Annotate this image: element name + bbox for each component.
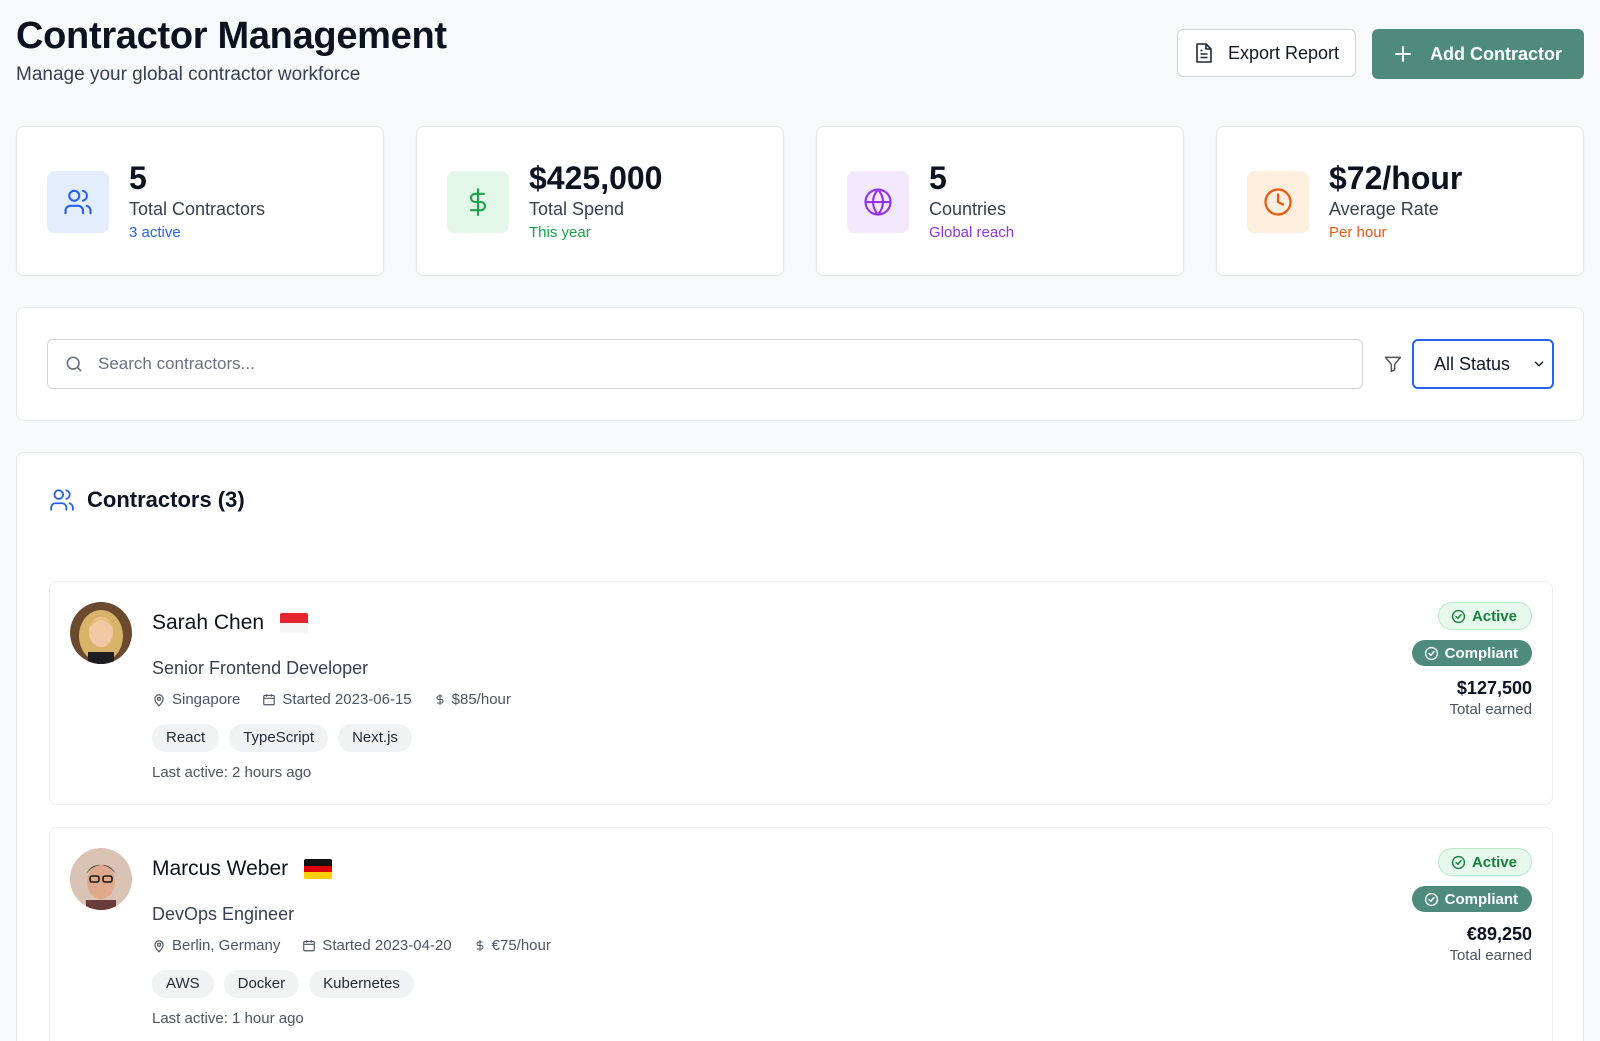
contractor-name: Marcus Weber: [152, 857, 289, 880]
calendar-icon: [262, 692, 276, 707]
contractor-rate: €75/hour: [491, 937, 551, 954]
contractor-role: DevOps Engineer: [152, 904, 295, 924]
contractor-location: Singapore: [172, 691, 241, 708]
stat-sub: Global reach: [929, 224, 1015, 241]
stat-sub: 3 active: [129, 224, 181, 241]
calendar-icon: [302, 938, 316, 953]
contractors-title-text: Contractors (3): [87, 487, 245, 512]
contractor-card[interactable]: Sarah Chen Senior Frontend Developer Sin…: [49, 581, 1553, 805]
check-circle-icon: [1451, 609, 1466, 624]
compliance-badge-label: Compliant: [1444, 890, 1518, 908]
skill-tag: AWS: [152, 970, 214, 998]
contractor-location: Berlin, Germany: [172, 937, 281, 954]
compliance-badge: Compliant: [1411, 886, 1532, 912]
export-report-label: Export Report: [1227, 42, 1339, 63]
clock-icon: [1247, 171, 1309, 233]
skill-tag: React: [152, 724, 220, 752]
total-earned-label: Total earned: [1449, 701, 1532, 718]
skill-tag: Next.js: [338, 724, 412, 752]
check-circle-icon: [1424, 892, 1439, 907]
germany-flag: [304, 859, 333, 879]
contractor-card[interactable]: Marcus Weber DevOps Engineer Berlin, Ger…: [49, 827, 1553, 1041]
stat-sub: Per hour: [1329, 224, 1387, 241]
compliance-badge: Compliant: [1411, 640, 1532, 666]
globe-icon: [847, 171, 909, 233]
contractor-start-date: Started 2023-04-20: [322, 937, 452, 954]
page-header: Contractor Management Manage your global…: [16, 14, 1584, 94]
stat-sub: This year: [529, 224, 591, 241]
contractor-name: Sarah Chen: [152, 611, 265, 634]
status-select-value: All Status: [1434, 353, 1511, 374]
contractors-title: Contractors (3): [49, 487, 245, 513]
contractor-details: Sarah Chen Senior Frontend Developer Sin…: [152, 604, 511, 781]
skill-tag: TypeScript: [229, 724, 329, 752]
stat-label: Total Spend: [529, 199, 625, 219]
dollar-icon: [447, 171, 509, 233]
status-badge: Active: [1437, 602, 1532, 630]
stat-label: Average Rate: [1329, 199, 1439, 219]
compliance-badge-label: Compliant: [1444, 644, 1518, 662]
total-earned-amount: $127,500: [1456, 678, 1532, 698]
location-pin-icon: [152, 938, 166, 954]
status-select[interactable]: All Status: [1412, 339, 1554, 389]
contractor-start-date: Started 2023-06-15: [282, 691, 412, 708]
stat-value: 5: [129, 160, 147, 196]
contractor-summary: Active Compliant $127,500 Total earned: [1411, 602, 1532, 718]
chevron-down-icon: [1532, 357, 1546, 371]
users-icon: [47, 171, 109, 233]
contractor-details: Marcus Weber DevOps Engineer Berlin, Ger…: [152, 850, 551, 1027]
stat-value: $425,000: [529, 160, 663, 196]
singapore-flag: [280, 613, 309, 633]
document-icon: [1194, 42, 1214, 64]
search-input[interactable]: [98, 354, 1362, 374]
export-report-button[interactable]: Export Report: [1176, 29, 1356, 77]
dollar-icon: [434, 692, 446, 707]
total-earned-amount: €89,250: [1466, 924, 1532, 944]
dollar-icon: [474, 938, 486, 953]
stat-label: Countries: [929, 199, 1007, 219]
contractor-meta: Berlin, Germany Started 2023-04-20 €75/h…: [152, 937, 551, 954]
stat-value: 5: [929, 160, 947, 196]
contractor-meta: Singapore Started 2023-06-15 $85/hour: [152, 691, 511, 708]
add-contractor-button[interactable]: Add Contractor: [1372, 29, 1584, 79]
location-pin-icon: [152, 692, 166, 708]
search-box[interactable]: [47, 339, 1363, 389]
check-circle-icon: [1424, 646, 1439, 661]
add-contractor-label: Add Contractor: [1430, 43, 1562, 64]
stat-card-average-rate: $72/hour Average Rate Per hour: [1216, 126, 1584, 276]
plus-icon: [1394, 45, 1412, 63]
skill-tags: AWS Docker Kubernetes: [152, 970, 551, 998]
stat-card-total-spend: $425,000 Total Spend This year: [416, 126, 784, 276]
total-earned-label: Total earned: [1449, 947, 1532, 964]
check-circle-icon: [1451, 855, 1466, 870]
status-badge-label: Active: [1471, 853, 1517, 871]
skill-tag: Kubernetes: [309, 970, 414, 998]
filter-icon[interactable]: [1383, 354, 1403, 374]
skill-tags: React TypeScript Next.js: [152, 724, 511, 752]
contractor-rate: $85/hour: [451, 691, 511, 708]
avatar: [70, 848, 132, 910]
stat-card-countries: 5 Countries Global reach: [816, 126, 1184, 276]
users-icon: [49, 487, 75, 513]
stat-value: $72/hour: [1329, 160, 1463, 196]
status-badge: Active: [1437, 848, 1532, 876]
stat-card-total-contractors: 5 Total Contractors 3 active: [16, 126, 384, 276]
status-badge-label: Active: [1471, 607, 1517, 625]
contractor-role: Senior Frontend Developer: [152, 658, 369, 678]
stats-row: 5 Total Contractors 3 active $425,000 To…: [16, 126, 1584, 276]
last-active: Last active: 2 hours ago: [152, 764, 312, 781]
skill-tag: Docker: [223, 970, 300, 998]
contractors-panel: Contractors (3) Sarah Chen Senior Fronte…: [16, 452, 1584, 1041]
stat-label: Total Contractors: [129, 199, 266, 219]
filter-panel: All Status: [16, 307, 1584, 421]
header-actions: Export Report Add Contractor: [1176, 29, 1584, 79]
last-active: Last active: 1 hour ago: [152, 1010, 304, 1027]
avatar: [70, 602, 132, 664]
search-icon: [64, 354, 84, 374]
contractor-summary: Active Compliant €89,250 Total earned: [1411, 848, 1532, 964]
